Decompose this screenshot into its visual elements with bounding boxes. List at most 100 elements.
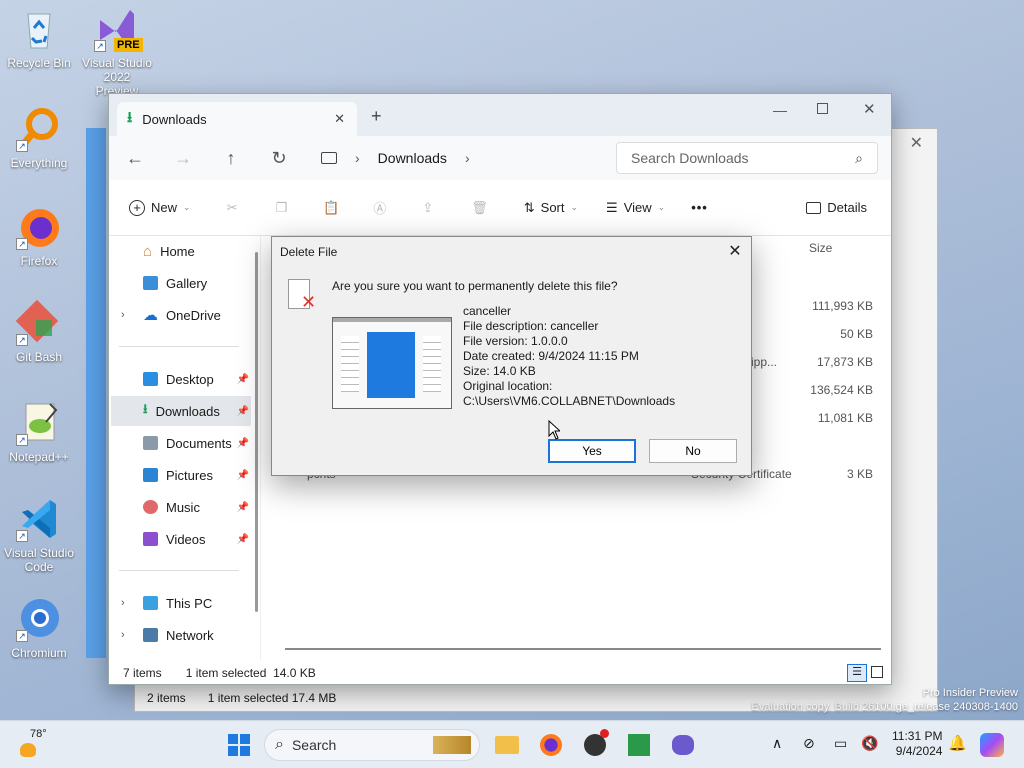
- nav-item-videos[interactable]: Videos 📌: [111, 524, 251, 554]
- original-location: C:\Users\VM6.COLLABNET\Downloads: [463, 394, 676, 408]
- desktop-icon-notepad-plus-plus[interactable]: ↗ Notepad++: [4, 400, 74, 464]
- maximize-icon[interactable]: [817, 103, 828, 114]
- minimize-icon[interactable]: —: [773, 102, 787, 118]
- nav-item-home[interactable]: ⌂ Home: [111, 236, 251, 266]
- breadcrumb-chevron-icon: ›: [355, 150, 360, 166]
- details-view-icon[interactable]: ☰: [847, 664, 867, 682]
- dialog-close-icon[interactable]: ✕: [725, 241, 745, 261]
- back-window-close-icon[interactable]: ✕: [910, 133, 923, 153]
- desktop-icon-firefox[interactable]: ↗ Firefox: [4, 204, 74, 268]
- cut-icon[interactable]: ✂: [227, 200, 238, 216]
- nav-item-onedrive[interactable]: › ☁ OneDrive: [111, 300, 251, 330]
- desktop-icon-git-bash[interactable]: ↗ Git Bash: [4, 299, 74, 364]
- no-button[interactable]: No: [649, 439, 737, 463]
- chevron-right-icon[interactable]: ›: [121, 597, 125, 609]
- chromium-icon: ↗: [16, 596, 62, 642]
- tab-downloads[interactable]: ⭳ Downloads ✕: [117, 102, 357, 136]
- horizontal-scrollbar[interactable]: [285, 648, 881, 650]
- taskbar-app-game[interactable]: [666, 729, 700, 761]
- new-tab-icon[interactable]: +: [371, 106, 382, 127]
- onedrive-cloud-icon: ☁: [143, 307, 158, 324]
- desktop-icon-everything[interactable]: ↗ Everything: [4, 106, 74, 170]
- nav-item-network[interactable]: › Network: [111, 620, 251, 650]
- taskbar-search[interactable]: ⌕ Search: [264, 729, 480, 761]
- taskbar-app-chart[interactable]: [622, 729, 656, 761]
- column-header-size[interactable]: Size: [809, 241, 832, 255]
- show-hidden-icons-chevron[interactable]: ∧: [772, 735, 782, 752]
- shortcut-arrow-icon: ↗: [16, 140, 28, 152]
- weather-widget[interactable]: 78°: [18, 727, 58, 763]
- pin-icon: 📌: [236, 501, 249, 513]
- search-icon: ⌕: [855, 149, 863, 166]
- chevron-right-icon[interactable]: ›: [121, 309, 125, 321]
- tiles-view-icon[interactable]: [871, 666, 883, 678]
- pin-icon: 📌: [236, 405, 249, 417]
- refresh-icon[interactable]: ↻: [255, 148, 303, 169]
- background-game-window[interactable]: [86, 128, 106, 658]
- close-icon[interactable]: ✕: [863, 100, 876, 118]
- nav-item-desktop[interactable]: Desktop 📌: [111, 364, 251, 394]
- chevron-right-icon[interactable]: ›: [121, 629, 125, 641]
- breadcrumb-chevron-icon: ›: [464, 150, 470, 166]
- nav-item-music[interactable]: Music 📌: [111, 492, 251, 522]
- desktop-icon-chromium[interactable]: ↗ Chromium: [4, 596, 74, 660]
- details-button[interactable]: Details: [806, 200, 867, 215]
- download-arrow-icon: ⭳: [143, 401, 148, 416]
- desktop-icon-vscode[interactable]: ↗ Visual Studio Code: [4, 496, 74, 574]
- sort-button[interactable]: ⇅ Sort ⌄: [524, 200, 578, 216]
- yes-button[interactable]: Yes: [548, 439, 636, 463]
- sort-icon: ⇅: [523, 199, 535, 215]
- taskbar-file-explorer[interactable]: [490, 729, 524, 761]
- new-button[interactable]: + New ⌄: [129, 199, 191, 216]
- breadcrumb-downloads[interactable]: Downloads: [378, 150, 447, 166]
- dialog-title: Delete File: [280, 245, 338, 259]
- volume-icon[interactable]: 🔇: [861, 735, 878, 752]
- desktop-icon-recycle-bin[interactable]: Recycle Bin: [4, 6, 74, 70]
- delete-icon[interactable]: 🗑: [471, 200, 488, 216]
- music-icon: [143, 500, 158, 514]
- delete-file-icon: ✕: [288, 279, 316, 312]
- nav-item-downloads[interactable]: ⭳ Downloads 📌: [111, 396, 251, 426]
- copilot-icon[interactable]: [980, 733, 1004, 757]
- nav-item-documents[interactable]: Documents 📌: [111, 428, 251, 458]
- pin-icon: 📌: [236, 437, 249, 449]
- more-options-icon[interactable]: •••: [691, 200, 708, 215]
- paste-icon[interactable]: 📋: [323, 200, 339, 216]
- forward-arrow-icon[interactable]: →: [159, 148, 207, 169]
- view-button[interactable]: ☰ View ⌄: [606, 200, 665, 216]
- chevron-down-icon: ⌄: [657, 202, 666, 212]
- nav-scrollbar[interactable]: [255, 252, 258, 612]
- taskbar-firefox[interactable]: [534, 729, 568, 761]
- delete-file-dialog[interactable]: Delete File ✕ ✕ Are you sure you want to…: [271, 236, 752, 476]
- copy-icon[interactable]: ❐: [275, 200, 287, 216]
- nav-item-gallery[interactable]: Gallery: [111, 268, 251, 298]
- weather-icon: [20, 743, 36, 757]
- clock-time: 11:31 PM: [892, 729, 943, 743]
- file-size: Size: 14.0 KB: [463, 364, 536, 378]
- rename-icon[interactable]: Ⓐ: [373, 198, 386, 217]
- back-arrow-icon[interactable]: ←: [111, 148, 159, 169]
- dialog-message: Are you sure you want to permanently del…: [332, 279, 618, 293]
- nav-item-pictures[interactable]: Pictures 📌: [111, 460, 251, 490]
- command-bar: + New ⌄ ✂ ❐ 📋 Ⓐ ⇪ 🗑 ⇅ Sort ⌄ ☰ View ⌄ ••…: [109, 180, 891, 236]
- display-icon[interactable]: ▭: [834, 735, 847, 752]
- notification-bell-icon[interactable]: 🔔: [948, 734, 967, 752]
- nav-item-this-pc[interactable]: › This PC: [111, 588, 251, 618]
- clock[interactable]: 11:31 PM 9/4/2024: [892, 729, 942, 759]
- pre-badge: PRE: [114, 38, 143, 52]
- network-status-icon[interactable]: ⊘: [803, 735, 815, 752]
- notification-dot: [600, 729, 609, 738]
- tab-close-icon[interactable]: ✕: [334, 111, 345, 127]
- share-icon[interactable]: ⇪: [422, 200, 433, 216]
- search-input[interactable]: Search Downloads ⌕: [616, 142, 878, 174]
- up-arrow-icon[interactable]: ↑: [207, 148, 255, 169]
- desktop-icon-visual-studio-preview[interactable]: PRE ↗ Visual Studio 2022 Preview: [82, 6, 152, 98]
- taskbar-app-obs[interactable]: [578, 729, 612, 761]
- file-description: File description: canceller: [463, 319, 599, 333]
- view-lines-icon: ☰: [606, 199, 618, 215]
- nav-divider: [119, 346, 239, 347]
- address-bar[interactable]: › Downloads ›: [311, 142, 607, 174]
- chevron-down-icon: ⌄: [183, 202, 191, 212]
- start-button[interactable]: [222, 729, 256, 761]
- shortcut-arrow-icon: ↗: [16, 630, 28, 642]
